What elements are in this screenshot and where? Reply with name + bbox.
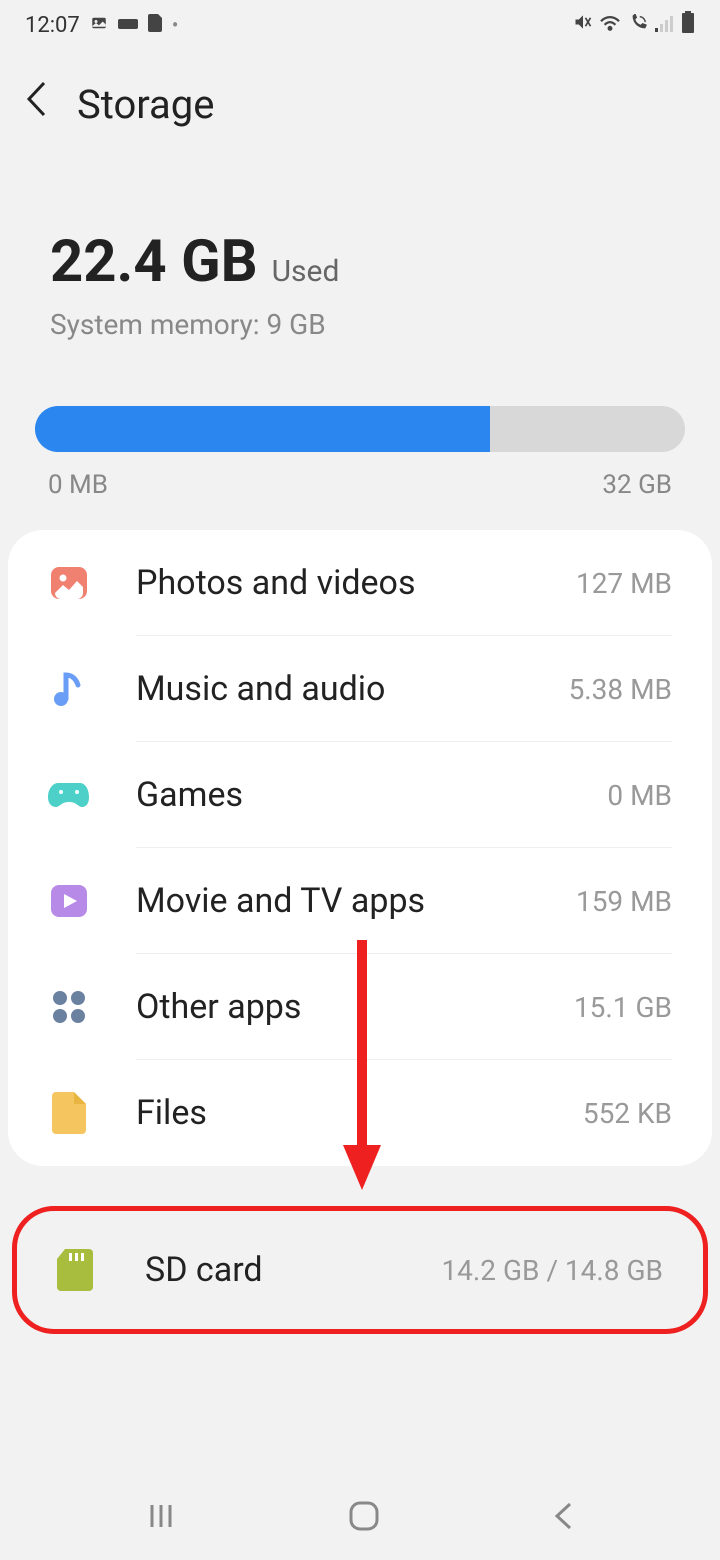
sd-card-label: SD card — [145, 1250, 441, 1290]
games-icon — [48, 774, 90, 816]
category-files[interactable]: Files 552 KB — [8, 1060, 712, 1166]
category-other-apps[interactable]: Other apps 15.1 GB — [8, 954, 712, 1060]
image-icon — [90, 14, 108, 37]
photos-icon — [48, 562, 90, 604]
movie-icon — [48, 880, 90, 922]
category-music[interactable]: Music and audio 5.38 MB — [8, 636, 712, 742]
battery-icon — [681, 11, 695, 39]
progress-fill — [35, 406, 490, 452]
category-label: Other apps — [136, 987, 574, 1027]
category-label: Photos and videos — [136, 563, 576, 603]
signal-icon — [655, 13, 675, 38]
category-movie[interactable]: Movie and TV apps 159 MB — [8, 848, 712, 954]
used-label: Used — [272, 254, 340, 289]
status-right — [573, 11, 695, 39]
music-icon — [48, 668, 90, 710]
used-amount: 22.4 GB — [50, 228, 258, 296]
wifi-icon — [599, 13, 621, 38]
files-icon — [48, 1092, 90, 1134]
home-button[interactable] — [347, 1499, 381, 1541]
sd-card-row[interactable]: SD card 14.2 GB / 14.8 GB — [12, 1206, 708, 1334]
progress-max: 32 GB — [602, 470, 672, 500]
back-button[interactable] — [25, 80, 47, 128]
category-value: 0 MB — [607, 779, 672, 812]
category-value: 15.1 GB — [574, 991, 672, 1024]
dot-icon: • — [172, 13, 179, 37]
category-games[interactable]: Games 0 MB — [8, 742, 712, 848]
category-value: 552 KB — [583, 1097, 672, 1130]
category-value: 127 MB — [576, 567, 672, 600]
category-value: 5.38 MB — [569, 673, 672, 706]
storage-summary: 22.4 GB Used System memory: 9 GB — [0, 168, 720, 371]
nav-bar — [0, 1480, 720, 1560]
storage-progress-bar — [35, 406, 685, 452]
clock-text: 12:07 — [25, 13, 80, 38]
other-apps-icon — [48, 986, 90, 1028]
category-label: Movie and TV apps — [136, 881, 576, 921]
system-memory-text: System memory: 9 GB — [50, 308, 670, 341]
category-label: Music and audio — [136, 669, 569, 709]
sd-card-icon — [57, 1249, 99, 1291]
sd-card-value: 14.2 GB / 14.8 GB — [441, 1254, 663, 1287]
category-value: 159 MB — [576, 885, 672, 918]
category-label: Games — [136, 775, 607, 815]
status-left: 12:07 • — [25, 13, 179, 38]
category-list: Photos and videos 127 MB Music and audio… — [8, 530, 712, 1166]
page-title: Storage — [77, 81, 214, 128]
sd-status-icon — [148, 14, 162, 37]
progress-labels: 0 MB 32 GB — [0, 470, 720, 530]
category-photos[interactable]: Photos and videos 127 MB — [8, 530, 712, 636]
back-nav-button[interactable] — [552, 1501, 574, 1539]
progress-min: 0 MB — [48, 470, 108, 500]
mute-icon — [573, 12, 593, 38]
status-bar: 12:07 • — [0, 0, 720, 50]
category-label: Files — [136, 1093, 583, 1133]
page-header: Storage — [0, 50, 720, 168]
vpn-icon — [118, 15, 138, 36]
wifi-calling-icon — [627, 13, 649, 38]
recent-apps-button[interactable] — [146, 1501, 176, 1539]
